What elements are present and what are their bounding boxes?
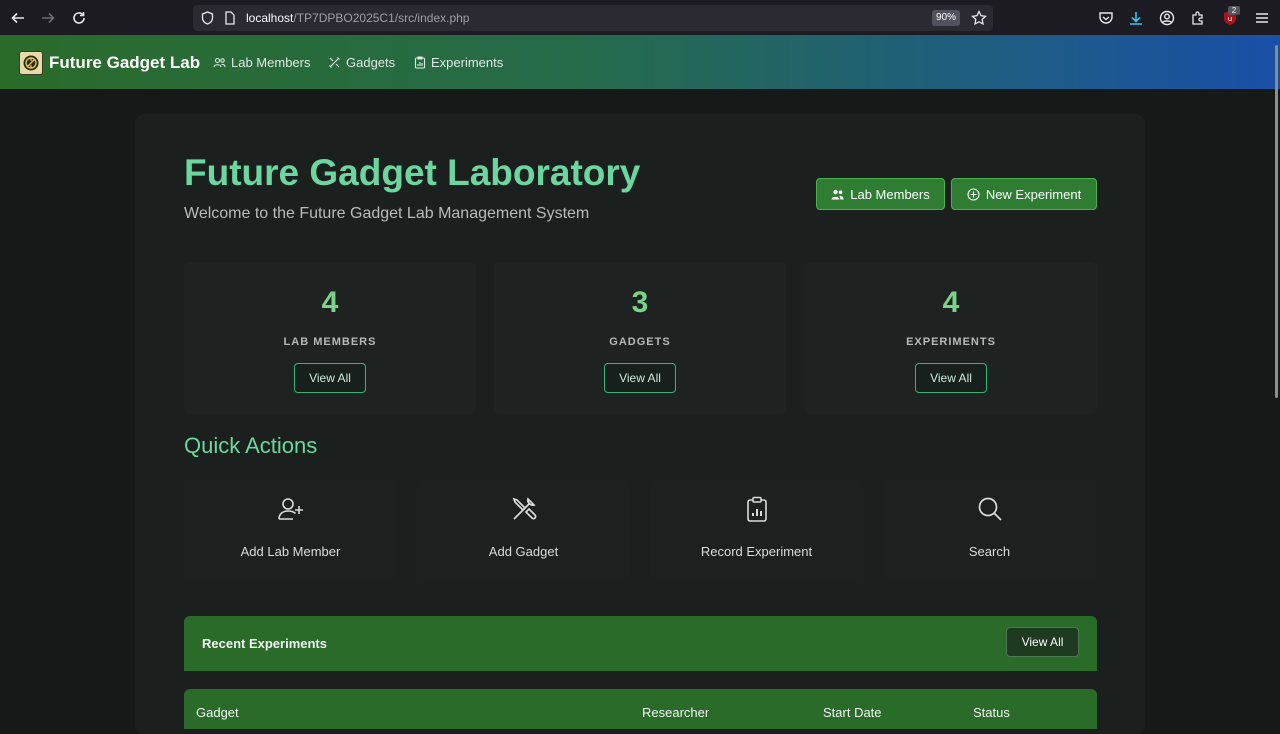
reload-icon[interactable] xyxy=(69,8,89,28)
nav-lab-members[interactable]: Lab Members xyxy=(213,55,310,70)
lab-members-button[interactable]: Lab Members xyxy=(816,178,945,210)
stat-value: 4 xyxy=(321,286,339,319)
add-lab-member-action[interactable]: Add Lab Member xyxy=(184,479,397,579)
experiments-table-header: Gadget Researcher Start Date Status xyxy=(184,689,1097,729)
lab-members-button-label: Lab Members xyxy=(850,186,930,202)
search-icon xyxy=(883,495,1096,523)
action-label: Search xyxy=(968,544,1011,559)
lab-logo-icon xyxy=(19,51,43,75)
column-header-start-date[interactable]: Start Date xyxy=(823,705,882,720)
record-experiment-action[interactable]: Record Experiment xyxy=(650,479,863,579)
brand-link[interactable]: Future Gadget Lab xyxy=(19,51,200,75)
add-gadget-action[interactable]: Add Gadget xyxy=(417,479,630,579)
new-experiment-button[interactable]: New Experiment xyxy=(951,178,1097,210)
stat-card-experiments: 4 EXPERIMENTS View All xyxy=(805,262,1097,414)
pocket-icon[interactable] xyxy=(1096,8,1116,28)
column-header-researcher[interactable]: Researcher xyxy=(642,705,709,720)
extensions-icon[interactable] xyxy=(1188,8,1208,28)
stat-label: EXPERIMENTS xyxy=(906,336,996,348)
people-icon xyxy=(831,189,844,199)
nav-gadgets-label: Gadgets xyxy=(346,55,396,70)
column-header-status[interactable]: Status xyxy=(973,705,1010,720)
nav-gadgets[interactable]: Gadgets xyxy=(328,55,395,70)
scroll-thumb[interactable] xyxy=(1275,45,1278,398)
page-subtitle: Welcome to the Future Gadget Lab Managem… xyxy=(184,205,590,222)
url-bar[interactable]: localhost/TP7DPBO2025C1/src/index.php 90… xyxy=(193,5,993,31)
bookmark-star-icon[interactable] xyxy=(971,10,987,26)
clipboard-chart-icon xyxy=(650,495,863,523)
extension-count-badge: 2 xyxy=(1228,6,1240,15)
new-experiment-button-label: New Experiment xyxy=(985,186,1082,202)
action-label: Add Lab Member xyxy=(240,544,341,559)
tools-icon xyxy=(417,495,630,523)
back-icon[interactable] xyxy=(8,8,28,28)
plus-circle-icon xyxy=(967,187,980,201)
stat-card-gadgets: 3 GADGETS View All xyxy=(494,262,786,414)
page-title: Future Gadget Laboratory xyxy=(184,152,641,193)
view-all-gadgets-button[interactable]: View All xyxy=(604,363,676,393)
people-icon xyxy=(213,57,226,67)
account-icon[interactable] xyxy=(1157,8,1177,28)
menu-icon[interactable] xyxy=(1252,8,1272,28)
shield-icon xyxy=(201,11,214,25)
svg-text:u: u xyxy=(1228,15,1232,23)
forward-icon[interactable] xyxy=(38,8,58,28)
quick-actions-title: Quick Actions xyxy=(184,433,318,458)
page-icon xyxy=(225,11,235,25)
view-all-experiments-button[interactable]: View All xyxy=(915,363,987,393)
action-label: Record Experiment xyxy=(700,544,813,559)
column-header-gadget[interactable]: Gadget xyxy=(196,705,239,720)
zoom-level[interactable]: 90% xyxy=(932,10,961,26)
stat-card-lab-members: 4 LAB MEMBERS View All xyxy=(184,262,476,414)
clipboard-chart-icon xyxy=(414,56,426,69)
nav-experiments[interactable]: Experiments xyxy=(414,55,503,70)
stat-label: LAB MEMBERS xyxy=(283,336,377,348)
user-plus-icon xyxy=(184,495,397,523)
recent-experiments-header: Recent Experiments View All xyxy=(184,616,1097,671)
view-all-lab-members-button[interactable]: View All xyxy=(294,363,366,393)
recent-experiments-title: Recent Experiments xyxy=(202,636,327,651)
tools-icon xyxy=(329,57,340,68)
download-icon[interactable] xyxy=(1126,8,1146,28)
nav-lab-members-label: Lab Members xyxy=(231,55,311,70)
action-label: Add Gadget xyxy=(488,544,559,559)
page-scrollbar[interactable] xyxy=(1272,35,1280,719)
brand-name: Future Gadget Lab xyxy=(49,53,201,72)
search-action[interactable]: Search xyxy=(883,479,1096,579)
nav-experiments-label: Experiments xyxy=(431,55,504,70)
url-text: localhost/TP7DPBO2025C1/src/index.php xyxy=(246,11,470,25)
stat-label: GADGETS xyxy=(609,336,671,348)
browser-toolbar: localhost/TP7DPBO2025C1/src/index.php 90… xyxy=(0,0,1280,35)
app-navbar: Future Gadget Lab Lab Members Gadgets Ex… xyxy=(0,35,1280,89)
stat-value: 4 xyxy=(942,286,960,319)
recent-view-all-button[interactable]: View All xyxy=(1006,627,1079,657)
stat-value: 3 xyxy=(631,286,649,319)
